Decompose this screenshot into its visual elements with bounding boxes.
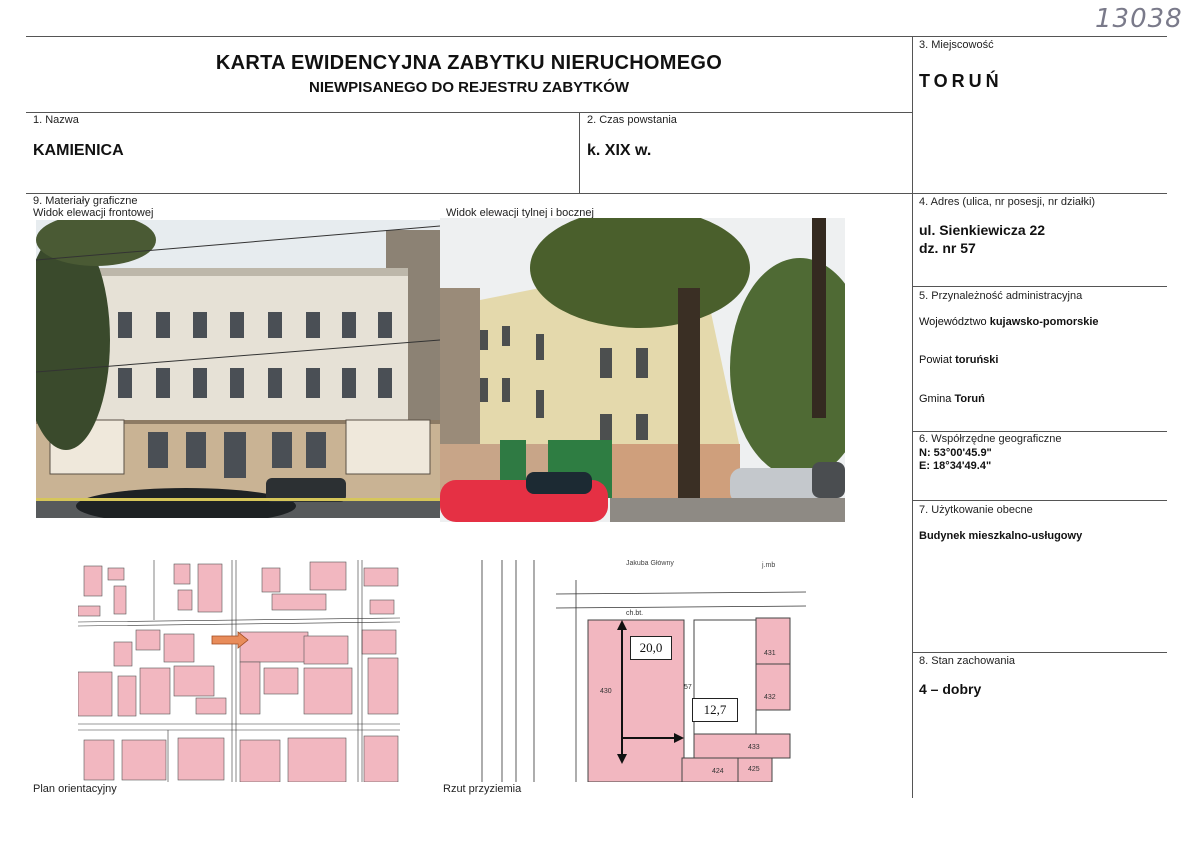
floor-scale-label: j.mb bbox=[762, 562, 776, 569]
floor-chbt-label: ch.bt. bbox=[626, 610, 644, 617]
frame-line-2 bbox=[26, 193, 1167, 194]
coords-e: E: 18°34'49.4" bbox=[919, 460, 992, 472]
card-subtitle: NIEWPISANEGO DO REJESTRU ZABYTKÓW bbox=[308, 79, 630, 96]
floor-plan: 20,0 12,7 Jakuba Główny j.mb ch.bt. 430 … bbox=[476, 560, 806, 782]
commune-row: Gmina Toruń bbox=[919, 393, 985, 405]
locality-label: 3. Miejscowość bbox=[919, 39, 994, 51]
archive-number: 13038 bbox=[1095, 4, 1183, 34]
floor-plot-431: 431 bbox=[764, 650, 776, 657]
dim-length-box: 20,0 bbox=[630, 636, 672, 660]
usage-label: 7. Użytkowanie obecne bbox=[919, 504, 1033, 516]
locality-value: TORUŃ bbox=[919, 71, 1003, 91]
frame-line-6 bbox=[912, 652, 1167, 653]
frame-line-5 bbox=[912, 500, 1167, 501]
floor-plot-424: 424 bbox=[712, 768, 724, 775]
name-label: 1. Nazwa bbox=[33, 114, 79, 126]
graphics-label: 9. Materiały graficzne bbox=[33, 195, 138, 207]
floor-street-label: Jakuba Główny bbox=[626, 560, 674, 567]
coords-n: N: 53°00'45.9" bbox=[919, 447, 992, 459]
commune-prefix: Gmina bbox=[919, 393, 955, 405]
condition-value: 4 – dobry bbox=[919, 681, 982, 697]
floor-plot-433: 433 bbox=[748, 744, 760, 751]
county-row: Powiat toruński bbox=[919, 354, 998, 366]
frame-line-1 bbox=[26, 112, 912, 113]
card-title: KARTA EWIDENCYJNA ZABYTKU NIERUCHOMEGO bbox=[215, 52, 723, 74]
floor-plot-432: 432 bbox=[764, 694, 776, 701]
frame-line-3 bbox=[912, 286, 1167, 287]
commune-value: Toruń bbox=[954, 393, 985, 405]
admin-label: 5. Przynależność administracyjna bbox=[919, 290, 1083, 302]
name-value: KAMIENICA bbox=[33, 142, 124, 159]
county-value: toruński bbox=[955, 354, 999, 366]
condition-label: 8. Stan zachowania bbox=[919, 655, 1016, 667]
front-facade-photo bbox=[36, 220, 440, 518]
period-label: 2. Czas powstania bbox=[587, 114, 677, 126]
voivodeship-row: Województwo kujawsko-pomorskie bbox=[919, 316, 1099, 328]
frame-v-right bbox=[912, 36, 913, 798]
rear-facade-photo bbox=[440, 218, 845, 522]
floor-caption: Rzut przyziemia bbox=[443, 783, 522, 795]
period-value: k. XIX w. bbox=[587, 142, 652, 159]
dim-width-box: 12,7 bbox=[692, 698, 738, 722]
floor-plot-57: 57 bbox=[684, 684, 692, 691]
voivodeship-value: kujawsko-pomorskie bbox=[989, 316, 1099, 328]
frame-top-line bbox=[26, 36, 1167, 37]
address-label: 4. Adres (ulica, nr posesji, nr działki) bbox=[919, 196, 1096, 208]
orientation-plan-map bbox=[78, 560, 400, 782]
address-line1: ul. Sienkiewicza 22 bbox=[919, 222, 1046, 238]
floor-plot-430: 430 bbox=[600, 688, 612, 695]
voivodeship-prefix: Województwo bbox=[919, 316, 990, 328]
county-prefix: Powiat bbox=[919, 354, 956, 366]
address-line2: dz. nr 57 bbox=[919, 240, 976, 256]
coords-label: 6. Współrzędne geograficzne bbox=[919, 433, 1062, 445]
frame-v-mid bbox=[579, 112, 580, 193]
usage-value: Budynek mieszkalno-usługowy bbox=[919, 530, 1083, 542]
frame-line-4 bbox=[912, 431, 1167, 432]
plan-caption: Plan orientacyjny bbox=[33, 783, 117, 795]
floor-plot-425: 425 bbox=[748, 766, 760, 773]
front-caption: Widok elewacji frontowej bbox=[33, 207, 154, 219]
